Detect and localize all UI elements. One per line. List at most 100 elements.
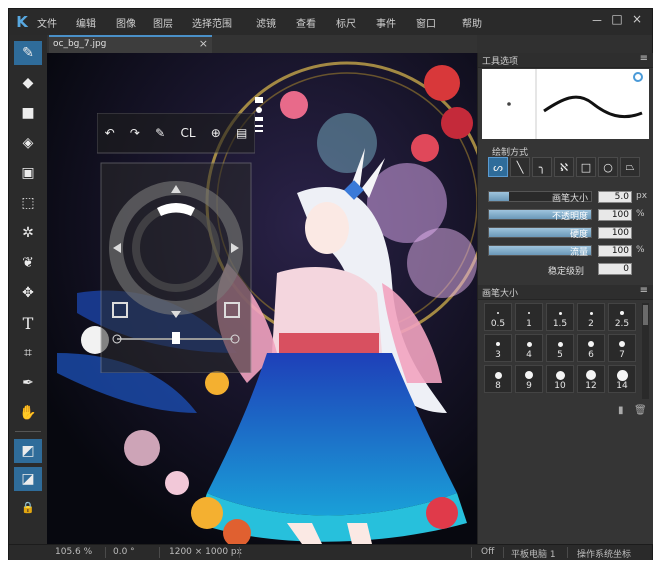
brush-grid-scroll-thumb[interactable] <box>643 305 648 325</box>
tab-document[interactable]: oc_bg_7.jpg × <box>49 35 212 53</box>
eraser-tool[interactable]: ◆ <box>14 71 42 95</box>
brush-size-cell[interactable]: 12 <box>577 365 605 393</box>
menu-event[interactable]: 事件 <box>376 15 396 30</box>
brush-size-cell[interactable]: 6 <box>577 334 605 362</box>
brush-size-cell[interactable]: 2 <box>577 303 605 331</box>
menu-file[interactable]: 文件 <box>37 15 57 30</box>
flow-label: 流量 <box>569 248 588 258</box>
brush-size-cell[interactable]: 9 <box>515 365 543 393</box>
polyline-shape-button[interactable]: ℵ <box>554 157 574 177</box>
new-brush-icon[interactable]: ▮ <box>618 405 624 416</box>
menu-view[interactable]: 查看 <box>296 15 316 30</box>
canvas[interactable]: ↶ ↷ ✎ CL ⊕ ▤ <box>47 53 477 544</box>
symmetry-icon[interactable]: ⊕ <box>211 126 221 140</box>
brush-size-value: 8 <box>495 381 501 391</box>
minimize-icon[interactable]: － <box>589 12 605 29</box>
layer-mode-button[interactable]: ◪ <box>14 467 42 491</box>
tool-options-menu-icon[interactable]: ≡ <box>640 53 648 64</box>
opacity-slider[interactable]: 不透明度 <box>488 209 592 222</box>
menu-layer[interactable]: 图层 <box>153 15 173 30</box>
lock-button[interactable]: 🔒 <box>14 495 42 519</box>
menu-filter[interactable]: 滤镜 <box>256 15 276 30</box>
line-shape-button[interactable]: ╲ <box>510 157 530 177</box>
maximize-icon[interactable]: □ <box>609 12 625 26</box>
clear-icon[interactable]: CL <box>180 126 195 140</box>
color-swatch-icon: ◩ <box>21 443 35 459</box>
brush-size-dot <box>589 311 593 315</box>
brush-size-dot <box>494 371 502 379</box>
brush-size-slider[interactable]: 画笔大小 <box>488 191 592 204</box>
stabilizer-input[interactable]: 0 <box>598 263 632 275</box>
ellipse-shape-button[interactable]: ○ <box>598 157 618 177</box>
hardness-slider[interactable]: 硬度 <box>488 227 592 240</box>
eraser-tool-icon: ◆ <box>22 75 34 91</box>
off-status: Off <box>481 547 495 557</box>
shape-tool[interactable]: ■ <box>14 101 42 125</box>
brush-size-cell[interactable]: 4 <box>515 334 543 362</box>
status-sep <box>239 547 240 558</box>
brush-size-cell[interactable]: 1.5 <box>546 303 574 331</box>
tab-close-icon[interactable]: × <box>199 37 208 50</box>
delete-brush-icon[interactable]: 🗑 <box>634 405 647 416</box>
menu-edit[interactable]: 编辑 <box>76 15 96 30</box>
gradient-tool[interactable]: ▣ <box>14 161 42 185</box>
layer-icon[interactable]: ▤ <box>236 126 247 140</box>
text-tool[interactable]: T <box>14 311 42 335</box>
radial-hud[interactable]: ↶ ↷ ✎ CL ⊕ ▤ <box>97 113 255 373</box>
menu-ruler[interactable]: 标尺 <box>336 15 356 30</box>
right-panel: 工具选项 ≡ 绘制方式 ᔕ ╲ ╮ ℵ □ ○ ⏢ 画笔大小 5.0 px 不透… <box>477 53 653 544</box>
brush-size-dot <box>558 311 562 315</box>
move-tool[interactable]: ✥ <box>14 281 42 305</box>
crop-tool[interactable]: ⌗ <box>14 341 42 365</box>
app-logo-icon: K <box>16 13 28 31</box>
opacity-input[interactable]: 100 <box>598 209 632 221</box>
polygon-shape-button[interactable]: ⏢ <box>620 157 640 177</box>
brush-size-cell[interactable]: 14 <box>608 365 636 393</box>
flow-slider[interactable]: 流量 <box>488 245 592 258</box>
brush-size-cell[interactable]: 3 <box>484 334 512 362</box>
close-icon[interactable]: × <box>629 12 645 26</box>
eyedropper-tool[interactable]: ✒ <box>14 371 42 395</box>
brush-size-value: 7 <box>619 350 625 360</box>
brush-tool[interactable]: ✎ <box>14 41 42 65</box>
undo-icon[interactable]: ↶ <box>105 126 115 140</box>
menu-window[interactable]: 窗口 <box>416 15 436 30</box>
brush-preview <box>482 69 649 139</box>
brush-size-header: 画笔大小 ≡ <box>478 285 653 300</box>
brush-size-cell[interactable]: 8 <box>484 365 512 393</box>
redo-icon[interactable]: ↷ <box>130 126 140 140</box>
brush-grid-scrollbar[interactable] <box>642 303 649 399</box>
freehand-shape-button[interactable]: ᔕ <box>488 157 508 177</box>
color-swatch-button[interactable]: ◩ <box>14 439 42 463</box>
magic-wand-tool[interactable]: ✲ <box>14 221 42 245</box>
brush-size-cell[interactable]: 10 <box>546 365 574 393</box>
brush-size-value: 2 <box>588 319 594 329</box>
brush-size-cell[interactable]: 0.5 <box>484 303 512 331</box>
curve-shape-button[interactable]: ╮ <box>532 157 552 177</box>
hand-tool[interactable]: ✋ <box>14 401 42 425</box>
pen-icon[interactable]: ✎ <box>155 126 165 140</box>
select-rect-tool-icon: ⬚ <box>21 195 35 211</box>
fill-tool[interactable]: ◈ <box>14 131 42 155</box>
menu-help[interactable]: 帮助 <box>462 15 482 30</box>
select-rect-tool[interactable]: ⬚ <box>14 191 42 215</box>
status-bar: 105.6 % 0.0 ° 1200 × 1000 px Off 平板电脑 1 … <box>9 544 652 560</box>
brush-size-cell[interactable]: 2.5 <box>608 303 636 331</box>
coords-status: 操作系统坐标 <box>577 550 632 560</box>
brush-size-cell[interactable]: 5 <box>546 334 574 362</box>
brush-size-input[interactable]: 5.0 <box>598 191 632 203</box>
flow-input[interactable]: 100 <box>598 245 632 257</box>
brush-size-menu-icon[interactable]: ≡ <box>640 285 648 296</box>
brush-tool-icon: ✎ <box>22 45 34 61</box>
hardness-input[interactable]: 100 <box>598 227 632 239</box>
hardness-label: 硬度 <box>569 230 588 240</box>
text-tool-icon: T <box>22 313 34 333</box>
brush-size-dot <box>555 370 565 380</box>
menu-image[interactable]: 图像 <box>116 15 136 30</box>
menu-select[interactable]: 选择范围 <box>192 15 232 30</box>
brush-size-value: 3 <box>495 350 501 360</box>
brush-size-cell[interactable]: 1 <box>515 303 543 331</box>
lasso-tool[interactable]: ❦ <box>14 251 42 275</box>
brush-size-cell[interactable]: 7 <box>608 334 636 362</box>
rect-shape-button[interactable]: □ <box>576 157 596 177</box>
